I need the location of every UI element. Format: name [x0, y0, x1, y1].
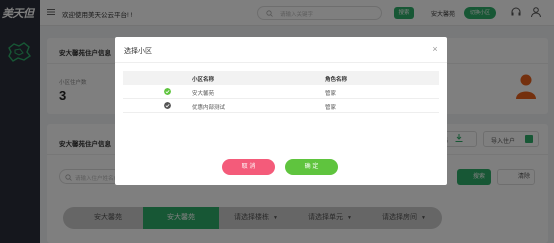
table-row[interactable]: 优惠内部测试 管家: [123, 99, 439, 113]
community-table: 小区名称 角色名称 安大馨苑 管家 优惠内部测试 管家: [123, 71, 439, 113]
column-header-name: 小区名称: [192, 77, 215, 83]
divider: [115, 62, 447, 63]
role-name: 管家: [325, 105, 337, 111]
close-icon[interactable]: ×: [430, 44, 440, 54]
selected-check-icon[interactable]: [164, 88, 171, 95]
modal-title: 选择小区: [124, 48, 152, 55]
column-header-role: 角色名称: [325, 77, 348, 83]
confirm-button[interactable]: 确 定: [285, 159, 338, 175]
unselected-check-icon[interactable]: [164, 102, 171, 109]
table-row[interactable]: 安大馨苑 管家: [123, 85, 439, 99]
role-name: 管家: [325, 91, 337, 97]
cancel-button[interactable]: 取 消: [222, 159, 275, 175]
table-header: 小区名称 角色名称: [123, 71, 439, 85]
community-name: 安大馨苑: [192, 91, 215, 97]
select-community-modal: 选择小区 × 小区名称 角色名称 安大馨苑 管家 优惠内部测试 管家 取 消 确…: [115, 37, 447, 185]
community-name: 优惠内部测试: [192, 105, 226, 111]
